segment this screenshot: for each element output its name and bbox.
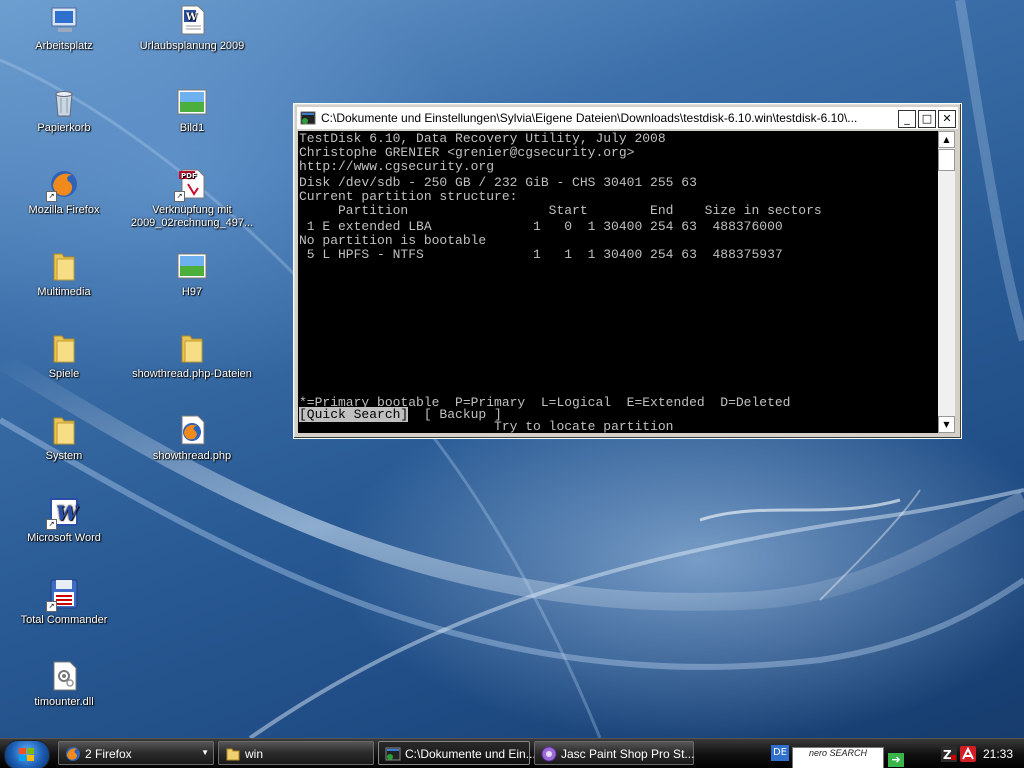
desktop-icon-label: showthread.php [152,450,232,462]
zonealarm-icon[interactable]: Z [941,746,957,762]
console-line: http://www.cgsecurity.org [299,159,495,174]
window-title: C:\Dokumente und Einstellungen\Sylvia\Ei… [321,111,858,125]
pdf-file-icon: PDF ↗ [174,168,208,202]
console-line: Current partition structure: [299,189,518,204]
desktop-icon-label: Microsoft Word [27,532,101,544]
desktop-icon-label: System [45,450,83,462]
computer-icon [48,4,80,36]
taskbar-item-label: Jasc Paint Shop Pro St... [561,747,695,761]
word-document-icon: W [176,4,208,36]
go-arrow-icon[interactable]: ➜ [888,753,904,767]
desktop-icon-h97[interactable]: H97 [128,250,256,299]
partition-row: 5 L HPFS - NTFS 1 1 1 30400 254 63 48837… [299,247,783,262]
maximize-button[interactable]: □ [918,110,936,128]
taskbar-item-console[interactable]: C:\Dokumente und Ein... [378,741,536,765]
scroll-thumb[interactable] [938,149,955,171]
nero-search-toolbar[interactable]: nero SEARCH [792,747,884,768]
clock[interactable]: 21:33 [983,747,1013,761]
desktop-icon-label: Mozilla Firefox [28,204,100,216]
firefox-icon [65,746,81,762]
antivirus-icon[interactable] [960,746,976,762]
desktop-icon-label: Total Commander [20,614,108,626]
desktop-icon-label: Papierkorb [37,122,91,134]
total-commander-icon: ↗ [46,578,80,612]
svg-text:W: W [56,501,80,525]
svg-text:Z: Z [943,748,952,762]
desktop-icon-multimedia[interactable]: Multimedia [0,250,128,299]
desktop-icon-label: showthread.php-Dateien [132,368,252,380]
taskbar-item-firefox[interactable]: 2 Firefox ▼ [58,741,214,765]
desktop-icon-label: Urlaubsplanung 2009 [139,40,245,52]
testdisk-console-window[interactable]: C:\Dokumente und Einstellungen\Sylvia\Ei… [293,103,962,439]
taskbar-item-win[interactable]: win [218,741,374,765]
desktop-icon-papierkorb[interactable]: Papierkorb [0,86,128,135]
console-line: Disk /dev/sdb - 250 GB / 232 GiB - CHS 3… [299,175,697,190]
console-line: No partition is bootable [299,233,487,248]
windows-logo-icon [19,748,34,761]
desktop-icon-spiele[interactable]: Spiele [0,332,128,381]
minimize-button[interactable]: _ [898,110,916,128]
desktop-icon-label: H97 [181,286,203,298]
desktop-icon-timounter-dll[interactable]: timounter.dll [0,660,128,709]
desktop-icon-label: Arbeitsplatz [35,40,93,52]
word-icon: W ↗ [46,496,81,530]
desktop-icon-label: Bild1 [179,122,205,134]
console-line: TestDisk 6.10, Data Recovery Utility, Ju… [299,131,666,146]
desktop-icon-showthread-php[interactable]: showthread.php [128,414,256,463]
desktop-icon-label: Spiele [48,368,80,380]
console-line: Christophe GRENIER <grenier@cgsecurity.o… [299,145,635,160]
firefox-document-icon [176,414,208,446]
desktop-icon-verknuepfung-pdf[interactable]: PDF ↗ Verknüpfung mit 2009_02rechnung_49… [128,168,256,230]
scroll-down-icon[interactable]: ▼ [938,416,955,433]
folder-icon [176,332,208,364]
recycle-bin-icon [48,86,80,118]
console-line: Partition Start End Size in sectors [299,203,822,218]
folder-icon [48,250,80,282]
desktop[interactable]: Arbeitsplatz W Urlaubsplanung 2009 Papie… [0,0,1024,738]
desktop-icon-label: Verknüpfung mit 2009_02rechnung_497... [130,204,254,229]
partition-row: 1 E extended LBA 1 0 1 30400 254 63 4883… [299,219,783,234]
system-tray: Z 21:33 [935,739,1024,768]
taskbar: 2 Firefox ▼ win C:\Dokumente und Ein... … [0,738,1024,768]
desktop-icon-showthread-dateien[interactable]: showthread.php-Dateien [128,332,256,381]
taskbar-item-label: win [245,747,264,761]
taskbar-item-label: C:\Dokumente und Ein... [405,747,536,761]
language-indicator[interactable]: DE [771,745,789,761]
image-file-icon [176,250,208,282]
svg-text:W: W [185,12,198,23]
image-file-icon [176,86,208,118]
desktop-icon-label: timounter.dll [34,696,94,708]
taskbar-item-paint-shop-pro[interactable]: Jasc Paint Shop Pro St... [534,741,694,765]
chevron-down-icon: ▼ [201,748,209,757]
svg-text:PDF: PDF [181,172,197,180]
vertical-scrollbar[interactable]: ▲ ▼ [938,131,955,433]
desktop-icon-bild1[interactable]: Bild1 [128,86,256,135]
start-button[interactable] [4,740,50,768]
scroll-up-icon[interactable]: ▲ [938,131,955,148]
desktop-icon-system[interactable]: System [0,414,128,463]
console-hint: Try to locate partition [298,419,674,433]
folder-icon [48,332,80,364]
desktop-icon-urlaubsplanung[interactable]: W Urlaubsplanung 2009 [128,4,256,53]
taskbar-item-label: 2 Firefox [85,747,132,761]
dll-file-icon [48,660,80,692]
close-button[interactable]: ✕ [938,110,956,128]
folder-icon [225,746,241,762]
nero-search-logo: nero SEARCH [808,748,868,758]
window-titlebar[interactable]: C:\Dokumente und Einstellungen\Sylvia\Ei… [297,107,958,129]
desktop-icon-total-commander[interactable]: ↗ Total Commander [0,578,128,627]
firefox-icon: ↗ [46,168,80,202]
desktop-icon-label: Multimedia [37,286,91,298]
folder-icon [48,414,80,446]
paint-shop-pro-icon [541,746,557,762]
desktop-icon-mozilla-firefox[interactable]: ↗ Mozilla Firefox [0,168,128,217]
console-icon [385,746,401,762]
desktop-icon-arbeitsplatz[interactable]: Arbeitsplatz [0,4,128,53]
hint-text: Try to locate partition [494,419,674,433]
console-icon[interactable] [300,110,316,126]
console-screen[interactable]: TestDisk 6.10, Data Recovery Utility, Ju… [298,131,938,433]
desktop-icon-microsoft-word[interactable]: W ↗ Microsoft Word [0,496,128,545]
